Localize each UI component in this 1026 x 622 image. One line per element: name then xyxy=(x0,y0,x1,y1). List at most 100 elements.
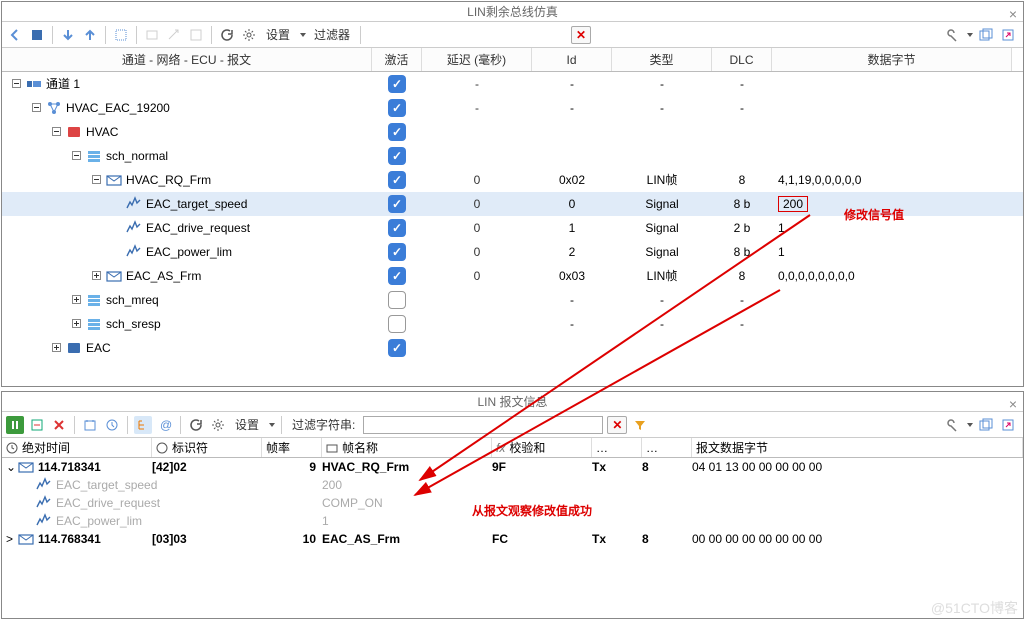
tree-row[interactable]: EAC_AS_Frm00x03LIN帧80,0,0,0,0,0,0,0 xyxy=(2,264,1023,288)
gear-icon-2[interactable] xyxy=(209,416,227,434)
expander-icon[interactable] xyxy=(110,246,122,258)
expander-icon[interactable]: > xyxy=(6,532,18,546)
activate-checkbox[interactable] xyxy=(388,267,406,285)
delete-icon[interactable] xyxy=(50,416,68,434)
col-header-data[interactable]: 数据字节 xyxy=(772,48,1012,71)
settings-label[interactable]: 设置 xyxy=(266,26,290,43)
activate-checkbox[interactable] xyxy=(388,291,406,309)
activate-checkbox[interactable] xyxy=(388,195,406,213)
col-header-activate[interactable]: 激活 xyxy=(372,48,422,71)
tree-row[interactable]: sch_sresp--- xyxy=(2,312,1023,336)
popout-icon-2[interactable] xyxy=(999,416,1017,434)
upper-title: LIN剩余总线仿真 xyxy=(467,5,558,19)
message-row[interactable]: ⌄114.718341[42]029HVAC_RQ_Frm9FTx804 01 … xyxy=(2,458,1023,476)
col-header-dlc[interactable]: DLC xyxy=(712,48,772,71)
expander-icon[interactable]: ⌄ xyxy=(6,460,18,474)
activate-checkbox[interactable] xyxy=(388,243,406,261)
tree-row[interactable]: 通道 1---- xyxy=(2,72,1023,96)
type-value: Signal xyxy=(645,197,678,211)
tree-icon[interactable] xyxy=(134,416,152,434)
settings-dropdown-icon-2[interactable] xyxy=(269,423,275,427)
col2-rate[interactable]: 帧率 xyxy=(262,438,322,457)
data-bytes: 04 01 13 00 00 00 00 00 xyxy=(692,460,822,474)
id-value: - xyxy=(570,293,574,307)
activate-checkbox[interactable] xyxy=(388,219,406,237)
arrow-down-icon[interactable] xyxy=(59,26,77,44)
delay-value: 0 xyxy=(474,197,481,211)
select-icon[interactable] xyxy=(112,26,130,44)
type-value: LIN帧 xyxy=(647,267,678,284)
back-icon[interactable] xyxy=(6,26,24,44)
col2-chk[interactable]: fx校验和 xyxy=(492,438,592,457)
tree-row[interactable]: HVAC_RQ_Frm00x02LIN帧84,1,19,0,0,0,0,0 xyxy=(2,168,1023,192)
signal-row[interactable]: EAC_target_speed200 xyxy=(2,476,1023,494)
col2-name[interactable]: 帧名称 xyxy=(322,438,492,457)
tree-row[interactable]: EAC_power_lim02Signal8 b1 xyxy=(2,240,1023,264)
gear-icon[interactable] xyxy=(240,26,258,44)
wrench-dropdown-icon-2[interactable] xyxy=(967,423,973,427)
annotation-2: 从报文观察修改值成功 xyxy=(472,502,592,519)
arrow-up-icon[interactable] xyxy=(81,26,99,44)
activate-checkbox[interactable] xyxy=(388,315,406,333)
col-header-type[interactable]: 类型 xyxy=(612,48,712,71)
funnel-icon[interactable] xyxy=(631,416,649,434)
settings-label-2[interactable]: 设置 xyxy=(235,416,259,433)
refresh-icon[interactable] xyxy=(218,26,236,44)
window-icon[interactable] xyxy=(977,26,995,44)
stop-icon[interactable] xyxy=(28,26,46,44)
wrench-dropdown-icon[interactable] xyxy=(967,33,973,37)
expander-icon[interactable] xyxy=(50,126,62,138)
refresh-icon-2[interactable] xyxy=(187,416,205,434)
lower-close-icon[interactable]: × xyxy=(1009,394,1017,414)
popout-icon[interactable] xyxy=(999,26,1017,44)
activate-checkbox[interactable] xyxy=(388,147,406,165)
col2-id[interactable]: 标识符 xyxy=(152,438,262,457)
data-value-input[interactable]: 200 xyxy=(778,196,808,212)
activate-checkbox[interactable] xyxy=(388,339,406,357)
upper-close-icon[interactable]: × xyxy=(1009,4,1017,24)
expander-icon[interactable] xyxy=(90,270,102,282)
pause-icon[interactable] xyxy=(6,416,24,434)
expander-icon[interactable] xyxy=(30,102,42,114)
filter-input[interactable] xyxy=(363,416,603,434)
tree-row[interactable]: sch_normal xyxy=(2,144,1023,168)
clear-filter-button[interactable]: ✕ xyxy=(571,26,591,44)
window-icon-2[interactable] xyxy=(977,416,995,434)
tree-row[interactable]: EAC xyxy=(2,336,1023,360)
col-header-id[interactable]: Id xyxy=(532,48,612,71)
message-row[interactable]: >114.768341[03]0310EAC_AS_FrmFCTx800 00 … xyxy=(2,530,1023,548)
col2-dlc[interactable]: … xyxy=(642,438,692,457)
expander-icon[interactable] xyxy=(110,222,122,234)
expander-icon[interactable] xyxy=(110,198,122,210)
tree-row[interactable]: HVAC xyxy=(2,120,1023,144)
wrench-icon-2[interactable] xyxy=(943,416,961,434)
activate-checkbox[interactable] xyxy=(388,75,406,93)
settings-dropdown-icon[interactable] xyxy=(300,33,306,37)
activate-checkbox[interactable] xyxy=(388,171,406,189)
activate-checkbox[interactable] xyxy=(388,99,406,117)
time-icon[interactable] xyxy=(81,416,99,434)
col2-data[interactable]: 报文数据字节 xyxy=(692,438,1023,457)
expander-icon[interactable] xyxy=(50,342,62,354)
ecu-red-icon xyxy=(66,124,82,140)
sig-icon xyxy=(126,220,142,236)
col-header-delay[interactable]: 延迟 (毫秒) xyxy=(422,48,532,71)
col-header-channel[interactable]: 通道 - 网络 - ECU - 报文 xyxy=(2,48,372,71)
expander-icon[interactable] xyxy=(90,174,102,186)
col2-time[interactable]: 绝对时间 xyxy=(2,438,152,457)
filter-label[interactable]: 过滤器 xyxy=(314,26,350,43)
expander-icon[interactable] xyxy=(70,294,82,306)
clock-icon[interactable] xyxy=(103,416,121,434)
tree-row[interactable]: sch_mreq--- xyxy=(2,288,1023,312)
dir-value: Tx xyxy=(592,532,606,546)
tree-row[interactable]: HVAC_EAC_19200---- xyxy=(2,96,1023,120)
expander-icon[interactable] xyxy=(70,318,82,330)
toggle-icon[interactable] xyxy=(28,416,46,434)
wrench-icon[interactable] xyxy=(943,26,961,44)
clear-filter-button-2[interactable]: ✕ xyxy=(607,416,627,434)
at-icon[interactable]: @ xyxy=(156,416,174,434)
expander-icon[interactable] xyxy=(70,150,82,162)
col2-dir[interactable]: … xyxy=(592,438,642,457)
activate-checkbox[interactable] xyxy=(388,123,406,141)
expander-icon[interactable] xyxy=(10,78,22,90)
